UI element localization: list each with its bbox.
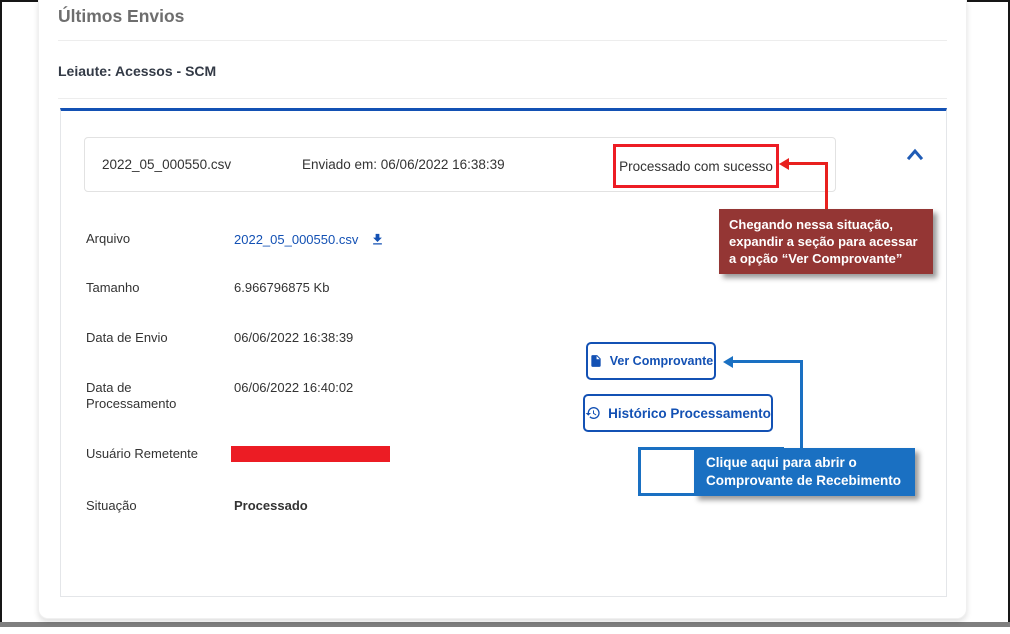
callout-line: expandir a seção para acessar	[729, 233, 923, 250]
ver-comprovante-label: Ver Comprovante	[610, 354, 714, 368]
detail-row: Situação Processado	[86, 498, 786, 514]
maroon-callout: Chegando nessa situação, expandir a seçã…	[719, 209, 933, 274]
detail-row: Arquivo 2022_05_000550.csv	[86, 231, 786, 247]
collapse-section-button[interactable]	[904, 144, 928, 166]
detail-label: Tamanho	[86, 280, 234, 296]
red-arrow-line	[825, 162, 828, 210]
detail-label: Situação	[86, 498, 234, 514]
detail-value: 06/06/2022 16:40:02	[234, 380, 353, 412]
frame-border-left	[0, 0, 2, 627]
submission-panel: 2022_05_000550.csv Enviado em: 06/06/202…	[60, 108, 947, 597]
historico-label: Histórico Processamento	[608, 406, 771, 421]
historico-processamento-button[interactable]: Histórico Processamento	[583, 394, 773, 432]
divider	[58, 40, 947, 41]
blue-arrow-line	[800, 360, 803, 449]
detail-label: Usuário Remetente	[86, 446, 234, 462]
red-arrow-line	[788, 162, 828, 165]
detail-label: Data de Envio	[86, 330, 234, 346]
file-download-link[interactable]: 2022_05_000550.csv	[234, 231, 385, 247]
blue-callout: Clique aqui para abrir o Comprovante de …	[694, 448, 915, 496]
layout-label: Leiaute: Acessos - SCM	[58, 63, 216, 79]
frame-border-bottom	[0, 622, 1010, 627]
page-title: Últimos Envios	[58, 6, 184, 27]
detail-row: Tamanho 6.966796875 Kb	[86, 280, 786, 296]
summary-sent-date: Enviado em: 06/06/2022 16:38:39	[302, 157, 505, 172]
callout-line: Comprovante de Recebimento	[706, 472, 903, 490]
redacted-user-value	[231, 446, 390, 462]
file-link-text: 2022_05_000550.csv	[234, 232, 358, 247]
submission-summary-row[interactable]: 2022_05_000550.csv Enviado em: 06/06/202…	[84, 137, 836, 192]
summary-file-name: 2022_05_000550.csv	[102, 157, 231, 172]
detail-value: 6.966796875 Kb	[234, 280, 329, 296]
status-text: Processado com sucesso	[619, 159, 773, 174]
ver-comprovante-button[interactable]: Ver Comprovante	[586, 342, 716, 380]
history-icon	[585, 405, 601, 421]
callout-line: Clique aqui para abrir o	[706, 454, 903, 472]
callout-line: Chegando nessa situação,	[729, 216, 923, 233]
detail-label: Arquivo	[86, 231, 234, 247]
detail-value: Processado	[234, 498, 308, 514]
download-icon[interactable]	[370, 232, 385, 247]
status-highlight-box: Processado com sucesso	[613, 144, 779, 188]
detail-label: Data de Processamento	[86, 380, 196, 412]
document-icon	[589, 353, 603, 369]
blue-arrow-line	[732, 360, 803, 363]
screenshot-frame: Últimos Envios Leiaute: Acessos - SCM 20…	[0, 0, 1010, 634]
divider	[58, 98, 947, 99]
callout-line: a opção “Ver Comprovante”	[729, 250, 923, 267]
detail-value: 06/06/2022 16:38:39	[234, 330, 353, 346]
chevron-up-icon	[904, 145, 928, 165]
